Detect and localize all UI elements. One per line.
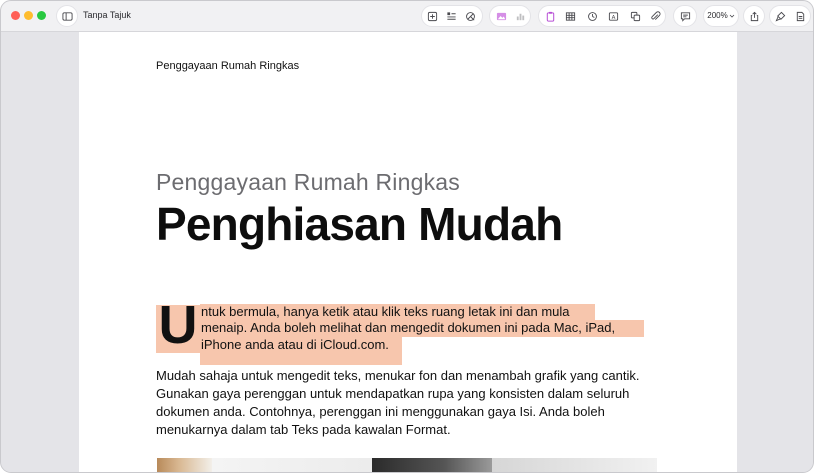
- plus-square-icon: [427, 11, 438, 22]
- chart-button[interactable]: [512, 6, 528, 26]
- image-placeholder-middle[interactable]: [212, 458, 372, 472]
- intro-line: iPhone anda atau di iCloud.com.: [201, 336, 389, 352]
- zoom-popup[interactable]: 200%: [705, 6, 737, 26]
- chart-icon: [515, 11, 526, 22]
- format-brush-icon: [774, 11, 786, 22]
- text-box-icon: A: [608, 11, 619, 22]
- document-canvas[interactable]: Penggayaan Rumah Ringkas Penggayaan Ruma…: [1, 32, 813, 472]
- shapes-button[interactable]: [462, 6, 478, 26]
- duplicate-icon: [630, 11, 641, 22]
- document-title: Tanpa Tajuk: [83, 10, 131, 20]
- format-button[interactable]: [772, 6, 788, 26]
- table-icon: [565, 11, 576, 22]
- intro-paragraph[interactable]: ntuk bermula, hanya ketik atau klik teks…: [201, 304, 671, 353]
- sidebar-toggle-button[interactable]: [57, 6, 77, 26]
- clock-icon: [587, 11, 598, 22]
- document-title-heading[interactable]: Penghiasan Mudah: [156, 197, 563, 251]
- attach-button[interactable]: [647, 6, 663, 26]
- paperclip-icon: [650, 10, 661, 22]
- text-format-icon: [446, 11, 457, 22]
- intro-line: menaip. Anda boleh melihat dan mengedit …: [201, 320, 616, 336]
- clipboard-icon: [545, 11, 556, 22]
- close-window-button[interactable]: [11, 11, 20, 20]
- image-placeholder-left[interactable]: [157, 458, 212, 472]
- svg-text:A: A: [611, 14, 615, 20]
- share-button[interactable]: [744, 6, 764, 26]
- chevron-down-icon: [729, 13, 735, 19]
- clipboard-button[interactable]: [542, 6, 558, 26]
- table-button[interactable]: [562, 6, 578, 26]
- comment-button[interactable]: [676, 6, 694, 26]
- minimize-window-button[interactable]: [24, 11, 33, 20]
- text-style-button[interactable]: [443, 6, 459, 26]
- body-paragraph[interactable]: Mudah sahaja untuk mengedit teks, menuka…: [156, 367, 656, 439]
- clock-button[interactable]: [584, 6, 600, 26]
- shape-icon: [465, 11, 476, 22]
- media-button[interactable]: [492, 6, 510, 26]
- document-button[interactable]: [792, 6, 808, 26]
- image-placeholder-dark[interactable]: [372, 458, 492, 472]
- sidebar-icon: [61, 11, 73, 22]
- document-page[interactable]: Penggayaan Rumah Ringkas Penggayaan Ruma…: [79, 32, 737, 472]
- text-box-button[interactable]: A: [605, 6, 621, 26]
- drop-cap-letter[interactable]: U: [157, 298, 199, 352]
- page-header-text[interactable]: Penggayaan Rumah Ringkas: [156, 60, 299, 72]
- zoom-window-button[interactable]: [37, 11, 46, 20]
- app-window: Tanpa Tajuk A 200% Penggayaan Rumah Ring…: [0, 0, 814, 473]
- zoom-level: 200%: [707, 11, 728, 20]
- share-icon: [749, 11, 760, 22]
- duplicate-button[interactable]: [627, 6, 643, 26]
- title-bar: Tanpa Tajuk A 200%: [1, 1, 813, 32]
- document-subtitle[interactable]: Penggayaan Rumah Ringkas: [156, 169, 460, 196]
- intro-line: ntuk bermula, hanya ketik atau klik teks…: [201, 304, 570, 319]
- image-placeholder-right[interactable]: [492, 458, 657, 472]
- comment-icon: [680, 11, 691, 22]
- image-icon: [496, 11, 507, 22]
- document-icon: [795, 11, 806, 22]
- insert-button[interactable]: [424, 6, 440, 26]
